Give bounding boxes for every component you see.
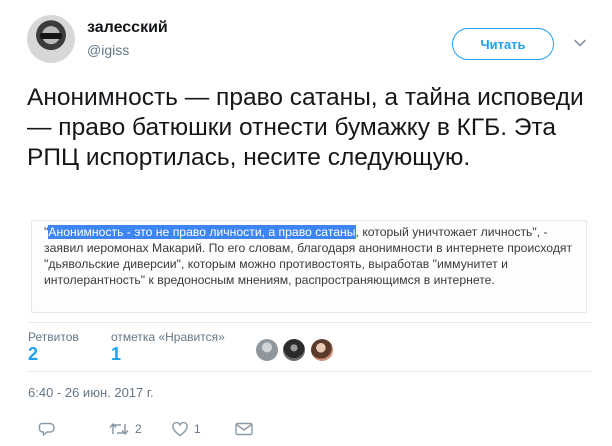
likes-count[interactable]: 1 [111,344,121,365]
reply-button[interactable] [38,420,56,438]
retweet-icon [109,422,129,436]
tweet-text: Анонимность — право сатаны, а тайна испо… [27,84,584,171]
envelope-icon [235,422,253,436]
liker-avatar[interactable] [311,339,333,361]
tweet-timestamp[interactable]: 6:40 - 26 июн. 2017 г. [28,385,154,400]
retweet-action-count: 2 [135,422,142,436]
retweets-count[interactable]: 2 [28,344,38,365]
likes-label[interactable]: отметка «Нравится» [111,330,225,344]
quoted-image-text: "Анонимность - это не право личности, а … [31,220,587,313]
liker-avatar[interactable] [256,339,278,361]
reply-icon [38,422,55,436]
divider [27,371,592,372]
direct-message-button[interactable] [235,420,253,438]
divider [27,322,592,323]
like-button[interactable]: 1 [172,420,201,438]
author-display-name[interactable]: залесский [87,19,168,37]
highlighted-quote: Анонимность - это не право личности, а п… [48,225,356,239]
chevron-down-icon[interactable] [573,36,587,50]
follow-button[interactable]: Читать [452,28,554,60]
retweet-button[interactable]: 2 [109,420,142,438]
liker-avatar[interactable] [283,339,305,361]
retweets-label[interactable]: Ретвитов [28,330,79,344]
author-handle[interactable]: @igiss [87,42,129,58]
heart-icon [172,421,188,436]
author-avatar[interactable] [27,15,75,63]
like-action-count: 1 [194,422,201,436]
